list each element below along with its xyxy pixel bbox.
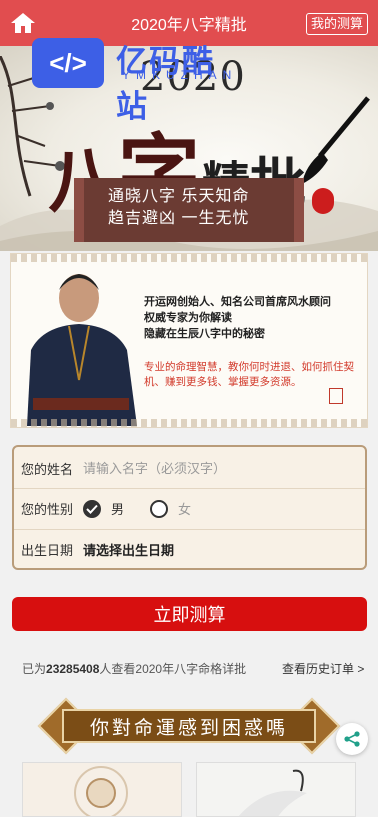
page-title: 2020年八字精批 [131,17,247,34]
gender-row: 您的性别 男 女 [14,488,365,528]
gender-male-label: 男 [111,502,125,517]
stats-count: 23285408 [46,662,100,676]
submit-button[interactable]: 立即测算 [12,597,367,631]
master-photo [27,274,137,426]
master-bio-line: 隐藏在生辰八字中的秘密 [144,327,265,340]
banner-slogan: 通晓八字 乐天知命 趋吉避凶 一生无忧 [74,178,304,242]
brush-icon [302,96,370,184]
gender-female-label: 女 [178,502,192,517]
stats-text: 已为23285408人查看2020年八字命格详批 [22,660,246,677]
birth-row[interactable]: 出生日期 请选择出生日期 [14,529,365,569]
site-watermark: </> 亿码酷站 YMKUZHAN [32,38,242,124]
feature-card[interactable] [196,762,356,817]
feature-card[interactable] [22,762,182,817]
promo-banner: 你對命運感到困惑嗎 [34,697,344,755]
gender-female-option[interactable]: 女 [150,499,191,518]
share-icon [344,731,360,747]
stats-suffix: 人查看2020年八字命格详批 [99,662,247,676]
home-icon[interactable] [10,11,36,35]
master-description: 专业的命理智慧，教你何时进退、如何抓住契机、赚到更多钱、掌握更多资源。 [144,361,354,388]
seal-icon [329,388,343,404]
master-bio: 开运网创始人、知名公司首席风水顾问 权威专家为你解读 隐藏在生辰八字中的秘密 [144,294,364,342]
watermark-logo-icon: </> [32,38,104,88]
master-intro: 开运网创始人、知名公司首席风水顾问 权威专家为你解读 隐藏在生辰八字中的秘密 专… [10,253,368,428]
history-orders-link[interactable]: 查看历史订单 > [282,660,364,677]
name-input[interactable] [83,460,343,476]
slogan-line: 通晓八字 乐天知命 [108,188,250,205]
stats-prefix: 已为 [22,662,47,676]
birth-date-picker[interactable]: 请选择出生日期 [83,540,174,559]
name-row: 您的姓名 [14,448,365,488]
promo-banner-text: 你對命運感到困惑嗎 [62,709,316,743]
fortune-form: 您的姓名 您的性别 男 女 出生日期 请选择出生日期 [12,445,367,570]
slogan-line: 趋吉避凶 一生无忧 [108,210,250,227]
unchecked-radio-icon[interactable] [150,499,169,518]
birth-label: 出生日期 [21,543,74,558]
frame-border [11,419,367,427]
name-label: 您的姓名 [21,461,74,477]
share-button[interactable] [336,723,368,755]
watermark-sub: YMKUZHAN [122,68,238,82]
red-seal-icon [312,188,334,214]
gender-label: 您的性别 [21,502,74,517]
checked-radio-icon[interactable] [83,499,101,518]
master-bio-line: 权威专家为你解读 [144,311,232,324]
gender-male-option[interactable]: 男 [83,499,124,518]
master-bio-line: 开运网创始人、知名公司首席风水顾问 [144,295,331,308]
compass-image [23,763,181,816]
my-orders-button[interactable]: 我的测算 [305,13,368,35]
crane-image [197,763,355,816]
